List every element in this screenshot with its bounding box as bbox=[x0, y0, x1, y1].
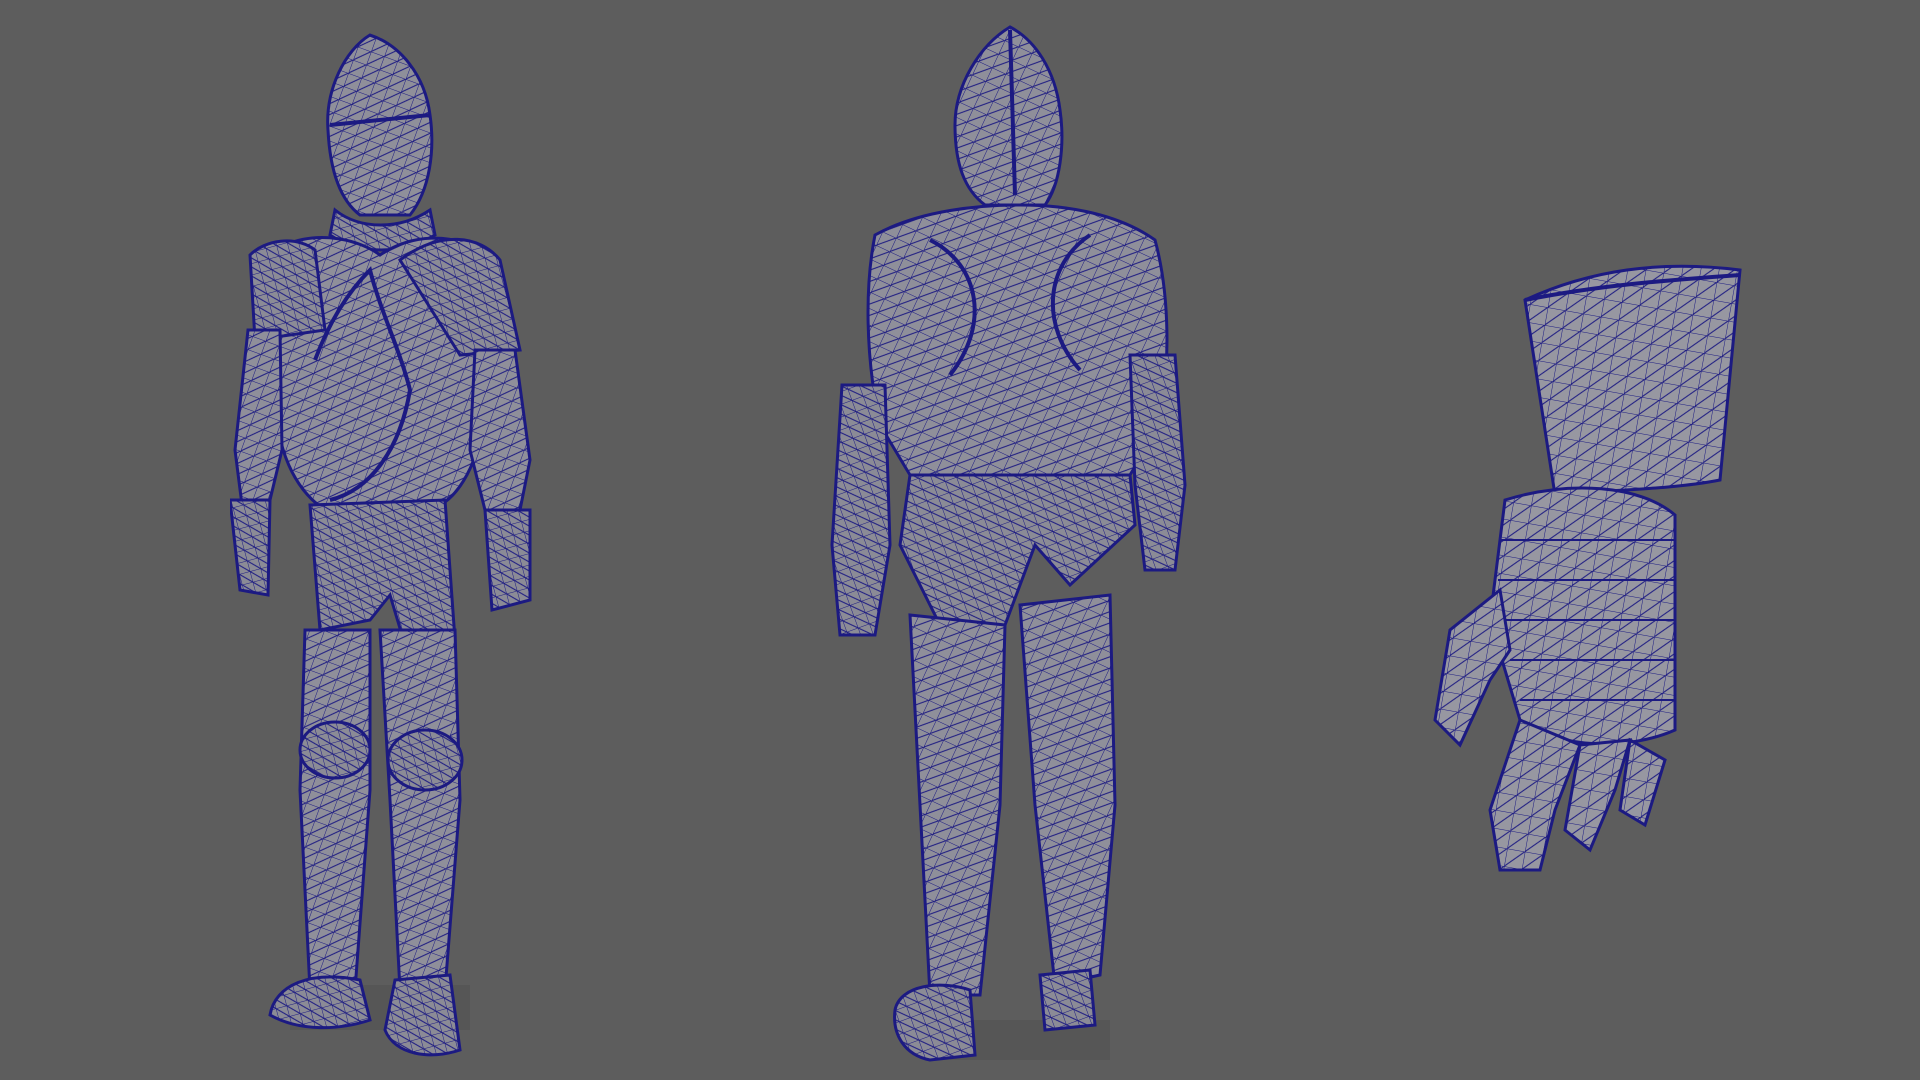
gauntlet-thumb bbox=[1433, 587, 1512, 748]
right-gauntlet bbox=[483, 508, 532, 612]
right-sabaton bbox=[383, 973, 462, 1057]
armor-suit-back-model[interactable] bbox=[830, 25, 1200, 1070]
left-leg-back bbox=[908, 613, 1007, 997]
left-pauldron bbox=[248, 239, 327, 342]
armor-front-wireframe bbox=[230, 33, 532, 1057]
gauntlet-wireframe bbox=[1433, 264, 1742, 872]
armor-back-wireframe bbox=[830, 25, 1187, 1062]
gauntlet-cuff bbox=[1523, 264, 1742, 497]
tassets bbox=[308, 498, 457, 647]
gauntlet-model[interactable] bbox=[1430, 250, 1750, 890]
armor-suit-front-model[interactable] bbox=[230, 30, 610, 1070]
left-leg bbox=[298, 628, 372, 992]
right-leg bbox=[378, 628, 462, 992]
right-leg-back bbox=[1018, 593, 1117, 987]
backplate bbox=[866, 203, 1169, 477]
gauntlet-back-plates bbox=[1488, 486, 1677, 746]
left-gauntlet bbox=[230, 498, 272, 597]
left-sabaton bbox=[268, 975, 372, 1030]
gauntlet-fingers bbox=[1488, 717, 1582, 872]
3d-viewport[interactable] bbox=[0, 0, 1920, 1080]
helmet-back bbox=[953, 25, 1064, 207]
